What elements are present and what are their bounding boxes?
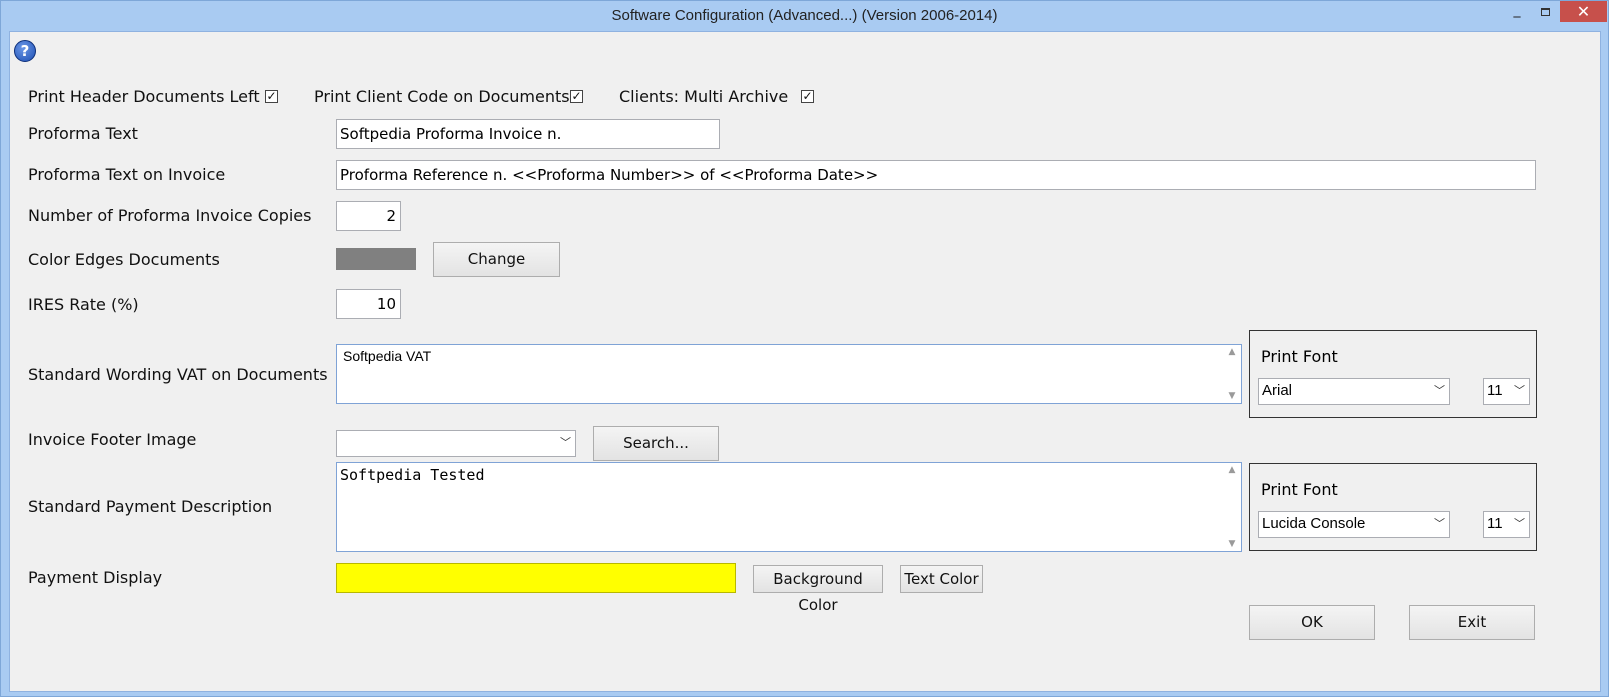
payment-description-textarea[interactable]: Softpedia Tested ▲ ▼ xyxy=(336,462,1242,552)
minimize-button[interactable]: _ xyxy=(1503,1,1531,23)
proforma-text-input[interactable]: Softpedia Proforma Invoice n. xyxy=(336,119,720,149)
payment-description-scrollbar[interactable]: ▲ ▼ xyxy=(1224,463,1241,551)
vat-wording-text: Softpedia VAT xyxy=(343,348,432,364)
chevron-down-icon: ﹀ xyxy=(1434,518,1445,530)
title-bar[interactable]: Software Configuration (Advanced...) (Ve… xyxy=(1,1,1608,31)
chevron-down-icon: ﹀ xyxy=(1434,385,1445,397)
chevron-down-icon: ﹀ xyxy=(1514,385,1525,397)
text-color-button[interactable]: Text Color xyxy=(900,565,983,593)
proforma-text-label: Proforma Text xyxy=(28,124,138,143)
footer-image-label: Invoice Footer Image xyxy=(28,430,197,449)
vat-font-value: Arial xyxy=(1262,382,1293,399)
color-edges-swatch xyxy=(336,248,416,270)
exit-button[interactable]: Exit xyxy=(1409,605,1535,640)
vat-wording-textarea[interactable]: Softpedia VAT ▲ ▼ xyxy=(336,344,1242,404)
configuration-panel: ? Print Header Documents Left ✓ Print Cl… xyxy=(9,31,1601,692)
close-button[interactable]: ✕ xyxy=(1560,1,1607,22)
search-image-button[interactable]: Search... xyxy=(593,426,719,461)
ires-rate-label: IRES Rate (%) xyxy=(28,295,139,314)
clients-multi-archive-checkbox[interactable]: ✓ xyxy=(801,90,814,103)
color-edges-label: Color Edges Documents xyxy=(28,250,220,269)
maximize-icon xyxy=(1540,8,1550,16)
clients-multi-archive-label: Clients: Multi Archive xyxy=(619,87,789,106)
vat-size-select[interactable]: 11 ﹀ xyxy=(1483,378,1530,405)
proforma-text-invoice-label: Proforma Text on Invoice xyxy=(28,165,226,184)
vat-size-value: 11 xyxy=(1487,382,1503,399)
application-window: Software Configuration (Advanced...) (Ve… xyxy=(0,0,1609,697)
vat-print-font-label: Print Font xyxy=(1261,347,1338,366)
payment-display-preview xyxy=(336,563,736,593)
ires-rate-input[interactable]: 10 xyxy=(336,289,401,319)
payment-display-label: Payment Display xyxy=(28,568,163,587)
scroll-up-icon[interactable]: ▲ xyxy=(1227,465,1237,475)
chevron-down-icon: ﹀ xyxy=(1514,518,1525,530)
ok-button[interactable]: OK xyxy=(1249,605,1375,640)
maximize-button[interactable] xyxy=(1531,1,1559,23)
print-header-left-label: Print Header Documents Left xyxy=(28,87,260,106)
change-color-button[interactable]: Change xyxy=(433,242,560,277)
vat-wording-scrollbar[interactable]: ▲ ▼ xyxy=(1224,345,1241,403)
payment-description-label: Standard Payment Description xyxy=(28,497,273,516)
chevron-down-icon: ﹀ xyxy=(560,437,571,449)
payment-font-select[interactable]: Lucida Console ﹀ xyxy=(1258,511,1450,538)
scroll-up-icon[interactable]: ▲ xyxy=(1227,347,1237,357)
payment-size-value: 11 xyxy=(1487,515,1503,532)
payment-size-select[interactable]: 11 ﹀ xyxy=(1483,511,1530,538)
help-icon[interactable]: ? xyxy=(14,40,36,62)
print-header-left-checkbox[interactable]: ✓ xyxy=(265,90,278,103)
scroll-down-icon[interactable]: ▼ xyxy=(1227,539,1237,549)
copies-input[interactable]: 2 xyxy=(336,201,401,231)
copies-label: Number of Proforma Invoice Copies xyxy=(28,206,312,225)
payment-print-font-label: Print Font xyxy=(1261,480,1338,499)
print-client-code-label: Print Client Code on Documents xyxy=(314,87,570,106)
close-icon: ✕ xyxy=(1576,2,1591,21)
footer-image-select[interactable]: ﹀ xyxy=(336,430,576,457)
window-title: Software Configuration (Advanced...) (Ve… xyxy=(611,7,998,24)
payment-description-text: Softpedia Tested xyxy=(340,466,485,484)
minimize-icon: _ xyxy=(1513,2,1521,18)
print-client-code-checkbox[interactable]: ✓ xyxy=(570,90,583,103)
background-color-button[interactable]: Background Color xyxy=(753,565,883,614)
payment-print-font-group: Print Font Lucida Console ﹀ 11 ﹀ xyxy=(1249,463,1537,551)
scroll-down-icon[interactable]: ▼ xyxy=(1227,391,1237,401)
proforma-text-invoice-input[interactable]: Proforma Reference n. <<Proforma Number>… xyxy=(336,160,1536,190)
payment-font-value: Lucida Console xyxy=(1262,515,1366,532)
vat-print-font-group: Print Font Arial ﹀ 11 ﹀ xyxy=(1249,330,1537,418)
vat-wording-label: Standard Wording VAT on Documents xyxy=(28,365,328,384)
vat-font-select[interactable]: Arial ﹀ xyxy=(1258,378,1450,405)
